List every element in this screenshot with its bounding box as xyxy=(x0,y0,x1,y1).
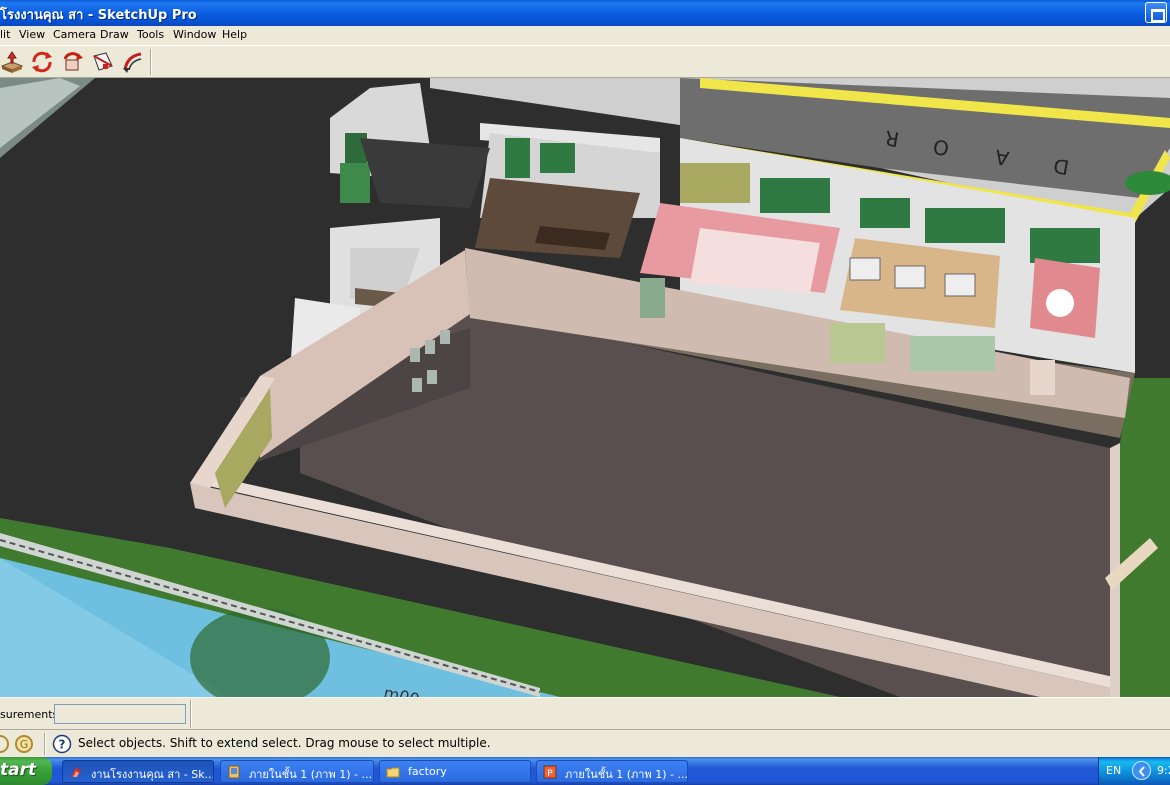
start-button[interactable]: tart xyxy=(0,757,52,785)
language-indicator[interactable]: EN xyxy=(1106,764,1121,777)
status-bar: G ? Select objects. Shift to extend sele… xyxy=(0,729,1170,757)
rotate-icon[interactable] xyxy=(60,50,84,74)
taskbar-item-label: factory xyxy=(408,765,447,778)
taskbar-item-image-2[interactable]: P ภายในชั้น 1 (ภาพ 1) - ... xyxy=(536,760,688,783)
menu-edit[interactable]: lit xyxy=(0,28,10,41)
status-hint: Select objects. Shift to extend select. … xyxy=(78,736,491,750)
status-separator xyxy=(44,733,46,755)
tray-expand-icon[interactable] xyxy=(1132,761,1151,780)
push-pull-icon[interactable] xyxy=(0,50,24,74)
toolbar-separator xyxy=(150,49,152,75)
model-viewport[interactable]: m00 R O A D xyxy=(0,78,1170,697)
clock[interactable]: 9:2 xyxy=(1157,764,1170,777)
menu-bar: lit View Camera Draw Tools Window Help xyxy=(0,26,1170,44)
measurements-label: surements xyxy=(0,708,59,721)
taskbar-item-image-1[interactable]: ภายในชั้น 1 (ภาพ 1) - ... xyxy=(220,760,374,783)
menu-help[interactable]: Help xyxy=(222,28,247,41)
menu-window[interactable]: Window xyxy=(173,28,216,41)
measurements-bar: surements xyxy=(0,697,1170,729)
taskbar-item-label: งานโรงงานคุณ สา - Sk... xyxy=(91,768,214,781)
svg-text:?: ? xyxy=(59,738,66,752)
window-title: โรงงานคุณ สา - SketchUp Pro xyxy=(0,8,197,23)
restore-button[interactable] xyxy=(1145,2,1167,23)
geo-location-icon[interactable] xyxy=(0,734,10,754)
system-tray: EN 9:2 xyxy=(1098,757,1170,785)
powerpoint-icon: P xyxy=(543,765,557,779)
taskbar-item-sketchup[interactable]: งานโรงงานคุณ สา - Sk... xyxy=(62,760,214,783)
taskbar: tart งานโรงงานคุณ สา - Sk... ภายในชั้น 1… xyxy=(0,757,1170,785)
taskbar-item-label: ภายในชั้น 1 (ภาพ 1) - ... xyxy=(249,768,372,781)
measurements-input[interactable] xyxy=(54,704,186,724)
factory-model-render: m00 R O A D xyxy=(0,78,1170,697)
svg-text:P: P xyxy=(547,769,553,779)
follow-me-icon[interactable] xyxy=(121,50,145,74)
title-bar: โรงงานคุณ สา - SketchUp Pro xyxy=(0,0,1170,26)
help-icon[interactable]: ? xyxy=(52,734,72,754)
menu-camera[interactable]: Camera xyxy=(53,28,96,41)
sketchup-icon xyxy=(71,767,81,777)
taskbar-item-label: ภายในชั้น 1 (ภาพ 1) - ... xyxy=(565,768,688,781)
menu-view[interactable]: View xyxy=(19,28,45,41)
start-label: tart xyxy=(0,760,37,780)
image-viewer-icon xyxy=(228,765,240,779)
folder-icon xyxy=(386,767,400,778)
menu-tools[interactable]: Tools xyxy=(137,28,164,41)
sketchup-window: โรงงานคุณ สา - SketchUp Pro lit View Cam… xyxy=(0,0,1170,785)
menu-draw[interactable]: Draw xyxy=(100,28,129,41)
credits-icon[interactable]: G xyxy=(14,734,34,754)
paint-bucket-icon[interactable] xyxy=(91,50,115,74)
measurements-separator xyxy=(190,700,192,728)
svg-text:G: G xyxy=(20,738,29,751)
toolbar xyxy=(0,45,1170,78)
taskbar-item-factory[interactable]: factory xyxy=(379,760,531,783)
orbit-icon[interactable] xyxy=(30,50,54,74)
